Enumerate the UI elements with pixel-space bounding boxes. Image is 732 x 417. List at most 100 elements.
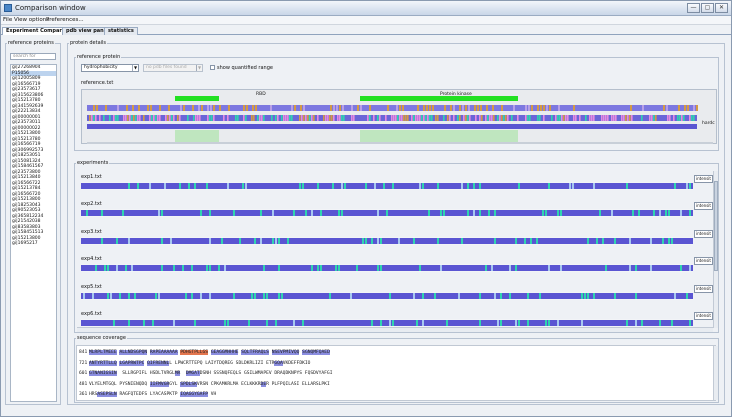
- peptide-mark: [479, 210, 481, 216]
- peptide-mark: [137, 183, 139, 189]
- experiment-track[interactable]: [81, 182, 693, 190]
- property-stripe: [309, 115, 311, 121]
- protein-list[interactable]: gi|27268904 P15056 gi|12005809 gi|16566719 g…: [10, 64, 57, 402]
- scrollbar-thumb[interactable]: [714, 181, 718, 271]
- property-stripe: [669, 115, 671, 121]
- search-input[interactable]: search for: [10, 53, 56, 60]
- property-stripe: [431, 115, 433, 121]
- peptide-mark: [422, 183, 424, 189]
- covered-peptide: IQAGGYGAFP: [180, 392, 208, 397]
- peptide-mark: [86, 210, 88, 216]
- maximize-button[interactable]: ▢: [701, 3, 714, 13]
- peptide-mark: [665, 210, 667, 216]
- property-select[interactable]: hydrophobicity ▼: [81, 64, 139, 72]
- peptide-mark: [254, 238, 256, 244]
- property-stripe: [641, 115, 643, 121]
- show-quantified-range-checkbox[interactable]: [210, 65, 215, 70]
- peptide-mark: [293, 320, 295, 326]
- close-button[interactable]: ✕: [715, 3, 728, 13]
- peptide-mark: [536, 238, 538, 244]
- peptide-mark: [272, 238, 274, 244]
- peptide-mark: [680, 265, 682, 271]
- peptide-mark: [458, 293, 460, 299]
- peptide-mark: [581, 293, 583, 299]
- peptide-mark: [446, 320, 448, 326]
- property-stripe: [153, 115, 155, 121]
- property-stripe: [625, 115, 627, 121]
- hydrophobicity-stripe: [666, 105, 668, 111]
- property-stripe: [425, 115, 427, 121]
- sequence-coverage-text[interactable]: 841 MLRPLTMEEE ALLNDSGPQN RAPEAAAAAA PDHG…: [76, 345, 716, 401]
- property-stripe: [243, 115, 245, 121]
- sequence-vertical-scrollbar[interactable]: [713, 346, 718, 400]
- reference-sequence-view[interactable]: RBD Protein kinase hardc: [81, 89, 717, 144]
- property-stripe: [551, 115, 553, 121]
- peptide-mark: [557, 320, 559, 326]
- experiment-label: exp3.txt: [81, 229, 102, 235]
- peptide-mark: [392, 320, 394, 326]
- experiment-intensity-button[interactable]: intensit: [694, 230, 713, 238]
- menu-file[interactable]: File: [3, 17, 12, 23]
- experiment-intensity-button[interactable]: intensit: [694, 202, 713, 210]
- experiment-track[interactable]: [81, 237, 693, 245]
- property-stripe: [623, 115, 625, 121]
- property-stripe: [311, 115, 313, 121]
- peptide-mark: [227, 183, 229, 189]
- covered-peptide: NSEVPMIVQQ: [271, 350, 300, 355]
- experiments-horizontal-scrollbar[interactable]: [77, 327, 713, 332]
- peptide-mark: [260, 238, 262, 244]
- protein-list-item[interactable]: gi|1695217: [11, 241, 56, 247]
- peptide-mark: [155, 293, 157, 299]
- peptide-mark: [428, 210, 430, 216]
- peptide-mark: [218, 265, 220, 271]
- hydrophobicity-stripe: [147, 105, 149, 111]
- peptide-mark: [320, 265, 322, 271]
- property-stripe: [579, 115, 581, 121]
- property-stripe: [301, 115, 303, 121]
- property-stripe: [683, 115, 685, 121]
- property-stripe: [627, 115, 629, 121]
- peptide-mark: [440, 210, 442, 216]
- property-stripe: [245, 115, 247, 121]
- property-stripe: [127, 115, 129, 121]
- experiment-intensity-button[interactable]: intensit: [694, 312, 713, 320]
- property-stripe: [585, 115, 587, 121]
- covered-peptide: LGAP: [119, 360, 131, 366]
- experiment-track[interactable]: [81, 319, 693, 327]
- property-stripe: [475, 115, 477, 121]
- peptide-mark: [515, 320, 517, 326]
- experiments-vertical-scrollbar[interactable]: [713, 171, 718, 328]
- peptide-mark: [152, 320, 154, 326]
- minimize-button[interactable]: —: [687, 3, 700, 13]
- peptide-mark: [596, 238, 598, 244]
- peptide-mark: [479, 320, 481, 326]
- experiment-track[interactable]: [81, 209, 693, 217]
- sequence-segment: R PLFPQILASI ELLARSLPKI: [266, 381, 330, 387]
- coverage-track: [87, 124, 697, 129]
- hydrophobicity-stripe: [369, 105, 371, 111]
- sequence-segment: VKDEFFDKIO: [282, 360, 311, 366]
- experiment-track[interactable]: [81, 264, 693, 272]
- hydrophobicity-stripe: [450, 105, 452, 111]
- experiment-intensity-button[interactable]: intensit: [694, 257, 713, 265]
- property-stripe: [539, 115, 541, 121]
- peptide-mark: [224, 320, 226, 326]
- property-stripe: [457, 115, 459, 121]
- experiment-intensity-button[interactable]: intensit: [694, 285, 713, 293]
- covered-peptide: DMGAT: [185, 371, 200, 376]
- domain-shade-protein-kinase: [360, 130, 518, 142]
- property-stripe: [343, 115, 345, 121]
- property-stripe: [537, 115, 539, 121]
- experiment-intensity-button[interactable]: intensit: [694, 175, 713, 183]
- property-stripe: [333, 115, 335, 121]
- property-stripe: [167, 115, 169, 121]
- menu-preferences[interactable]: Preferences...: [46, 17, 84, 23]
- peptide-mark: [278, 238, 280, 244]
- peptide-mark: [131, 265, 133, 271]
- peptide-mark: [626, 320, 628, 326]
- tab-statistics[interactable]: statistics: [104, 27, 138, 35]
- menu-view-options[interactable]: View options: [14, 17, 49, 23]
- property-stripe: [631, 115, 633, 121]
- property-stripe: [281, 115, 283, 121]
- experiment-track[interactable]: [81, 292, 693, 300]
